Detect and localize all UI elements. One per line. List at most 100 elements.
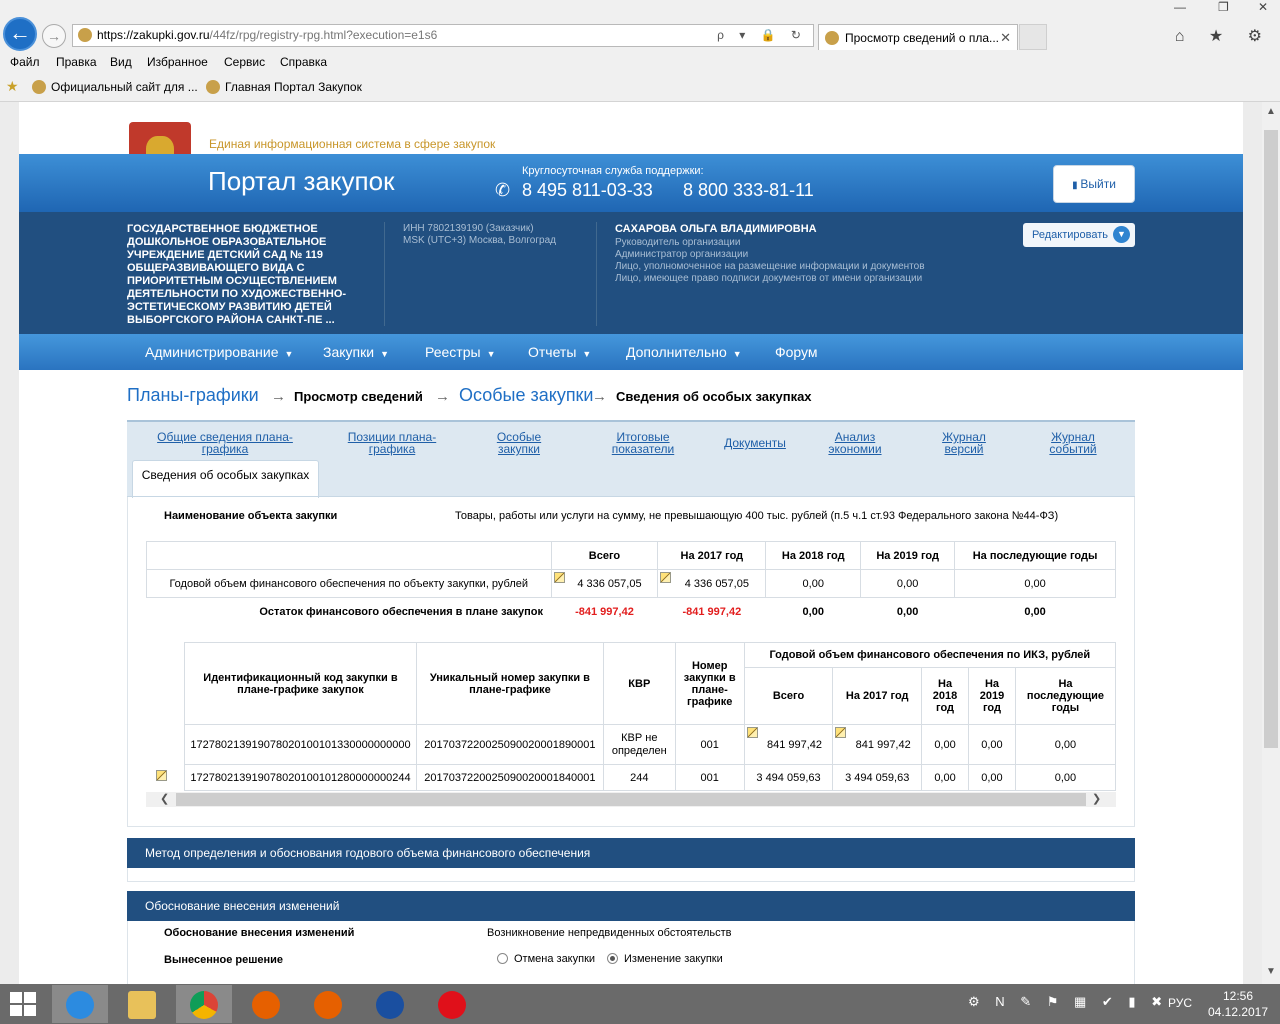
decision-option-cancel[interactable]: Отмена закупки [497, 953, 595, 965]
phone-icon: ✆ [495, 180, 511, 200]
object-value: Товары, работы или услуги на сумму, не п… [455, 510, 1059, 522]
taskbar-explorer[interactable] [114, 985, 170, 1023]
change-reason-label: Обоснование внесения изменений [164, 927, 355, 939]
window-controls: — ❐ ✕ [1140, 0, 1280, 18]
tab-versions[interactable]: Журнал версий [939, 431, 989, 455]
vertical-scrollbar[interactable]: ▲ ▼ [1262, 102, 1280, 984]
edit-pencil-icon[interactable] [660, 572, 672, 583]
table-cell: 841 997,42 [832, 724, 923, 765]
taskbar-palemoon[interactable] [362, 985, 418, 1023]
scroll-up-icon[interactable]: ▲ [1266, 106, 1276, 117]
section-change-header[interactable]: Обоснование внесения изменений [127, 891, 1135, 921]
edit-profile-button[interactable]: Редактировать ▼ [1023, 223, 1135, 247]
table-header: На 2017 год [832, 667, 923, 725]
tab-general[interactable]: Общие сведения плана-графика [155, 431, 295, 455]
chevron-down-icon: ▼ [732, 349, 742, 359]
nav-administration[interactable]: Администрирование ▼ [145, 344, 293, 360]
nav-purchases[interactable]: Закупки ▼ [323, 344, 389, 360]
language-indicator[interactable]: РУС [1168, 996, 1192, 1010]
address-tools-icon[interactable]: ρ ▾ 🔒 ↻ [717, 25, 807, 46]
main-nav: Администрирование ▼ Закупки ▼ Реестры ▼ Отч… [19, 334, 1243, 370]
tab-savings[interactable]: Анализ экономии [827, 431, 883, 455]
radio-label: Отмена закупки [514, 953, 596, 965]
table-cell: 3 494 059,63 [832, 764, 923, 791]
table-cell: 0,00 [954, 569, 1116, 598]
scrollbar-thumb[interactable] [1264, 130, 1278, 748]
scroll-left-icon[interactable]: ❮ [160, 792, 169, 805]
edit-pencil-icon[interactable] [746, 727, 758, 738]
user-role: Лицо, уполномоченное на размещение инфор… [615, 261, 925, 272]
breadcrumb-plans[interactable]: Планы-графики [127, 385, 259, 406]
section-method-header[interactable]: Метод определения и обоснования годового… [127, 838, 1135, 868]
scrollbar-thumb[interactable] [176, 793, 1086, 806]
new-tab-button[interactable] [1019, 24, 1047, 50]
table-cell: 001 [674, 724, 745, 765]
back-button[interactable]: ← [3, 17, 37, 51]
edit-pencil-icon[interactable] [553, 572, 565, 583]
eagle-icon [32, 80, 46, 94]
close-window-icon[interactable]: ✕ [1258, 0, 1268, 14]
scroll-down-icon[interactable]: ▼ [1266, 966, 1276, 977]
tab-documents[interactable]: Документы [723, 437, 787, 449]
favorites-star-icon[interactable]: ★ [6, 78, 19, 95]
favorite-link-1[interactable]: Официальный сайт для ... [32, 80, 198, 94]
breadcrumb-special[interactable]: Особые закупки [459, 385, 594, 406]
firefox-icon [252, 991, 280, 1019]
radio-selected-icon[interactable] [607, 953, 618, 964]
menu-view[interactable]: Вид [110, 55, 132, 69]
tab-close-icon[interactable]: ✕ [1000, 25, 1011, 51]
table-header [146, 541, 552, 570]
nav-label: Форум [775, 344, 818, 360]
taskbar-ie[interactable] [52, 985, 108, 1023]
scroll-right-icon[interactable]: ❯ [1092, 792, 1101, 805]
menu-favorites[interactable]: Избранное [147, 55, 208, 69]
radio-icon[interactable] [497, 953, 508, 964]
system-tray-icons[interactable]: ⚙ N ✎ ⚑ ▦ ✔ ▮ ✖ [968, 994, 1168, 1010]
table-row: Годовой объем финансового обеспечения по… [146, 569, 1116, 598]
clock-time: 12:56 [1222, 989, 1254, 1003]
taskbar-chrome[interactable] [176, 985, 232, 1023]
table-header: Всего [743, 667, 834, 725]
table-cell: 172780213919078020100101280000000244 [184, 764, 417, 791]
edit-pencil-icon[interactable] [156, 770, 167, 781]
edit-pencil-icon[interactable] [835, 727, 847, 738]
horizontal-scrollbar[interactable]: ❮ ❯ [146, 792, 1116, 807]
nav-reports[interactable]: Отчеты ▼ [528, 344, 591, 360]
clock[interactable]: 12:56 04.12.2017 [1204, 988, 1272, 1020]
windows-start-icon[interactable] [10, 992, 36, 1016]
table-cell: 0,00 [1014, 724, 1117, 765]
user-role: Руководитель организации [615, 237, 741, 248]
menu-help[interactable]: Справка [280, 55, 327, 69]
favorite-link-2[interactable]: Главная Портал Закупок [206, 80, 362, 94]
table-header: Уникальный номер закупки в плане-графике [415, 642, 604, 725]
browser-toolbar-icons[interactable]: ⌂ ★ ⚙ [1175, 26, 1272, 46]
tab-positions[interactable]: Позиции плана-графика [342, 431, 442, 455]
logout-button[interactable]: ▮ Выйти [1053, 165, 1135, 203]
eis-title: Единая информационная система в сфере за… [209, 137, 496, 151]
taskbar-firefox-2[interactable] [300, 985, 356, 1023]
taskbar-opera[interactable] [424, 985, 480, 1023]
menu-edit[interactable]: Правка [56, 55, 97, 69]
menu-tools[interactable]: Сервис [224, 55, 265, 69]
page-content: Единая информационная система в сфере за… [19, 102, 1243, 984]
section-method-body [127, 868, 1135, 882]
back-arrow-icon: ← [9, 20, 31, 45]
menu-file[interactable]: Файл [10, 55, 40, 69]
taskbar-firefox-1[interactable] [238, 985, 294, 1023]
nav-registries[interactable]: Реестры ▼ [425, 344, 495, 360]
table-header: На 2019 год [860, 541, 956, 570]
tab-events[interactable]: Журнал событий [1047, 431, 1099, 455]
address-bar[interactable]: https://zakupki.gov.ru/44fz/rpg/registry… [72, 24, 814, 47]
minimize-icon[interactable]: — [1174, 0, 1186, 14]
decision-option-change[interactable]: Изменение закупки [607, 953, 723, 965]
tab-totals[interactable]: Итоговые показатели [607, 431, 679, 455]
tab-special-details[interactable]: Сведения об особых закупках [132, 460, 319, 498]
portal-title[interactable]: Портал закупок [208, 166, 394, 197]
nav-forum[interactable]: Форум [775, 344, 818, 360]
table-header-row: Всего На 2017 год На 2018 год На 2019 го… [146, 541, 1116, 570]
browser-tab-active[interactable]: Просмотр сведений о пла... ✕ [818, 24, 1018, 50]
nav-additional[interactable]: Дополнительно ▼ [626, 344, 742, 360]
tab-special[interactable]: Особые закупки [493, 431, 545, 455]
restore-icon[interactable]: ❐ [1218, 0, 1229, 14]
forward-button[interactable]: → [42, 24, 66, 48]
